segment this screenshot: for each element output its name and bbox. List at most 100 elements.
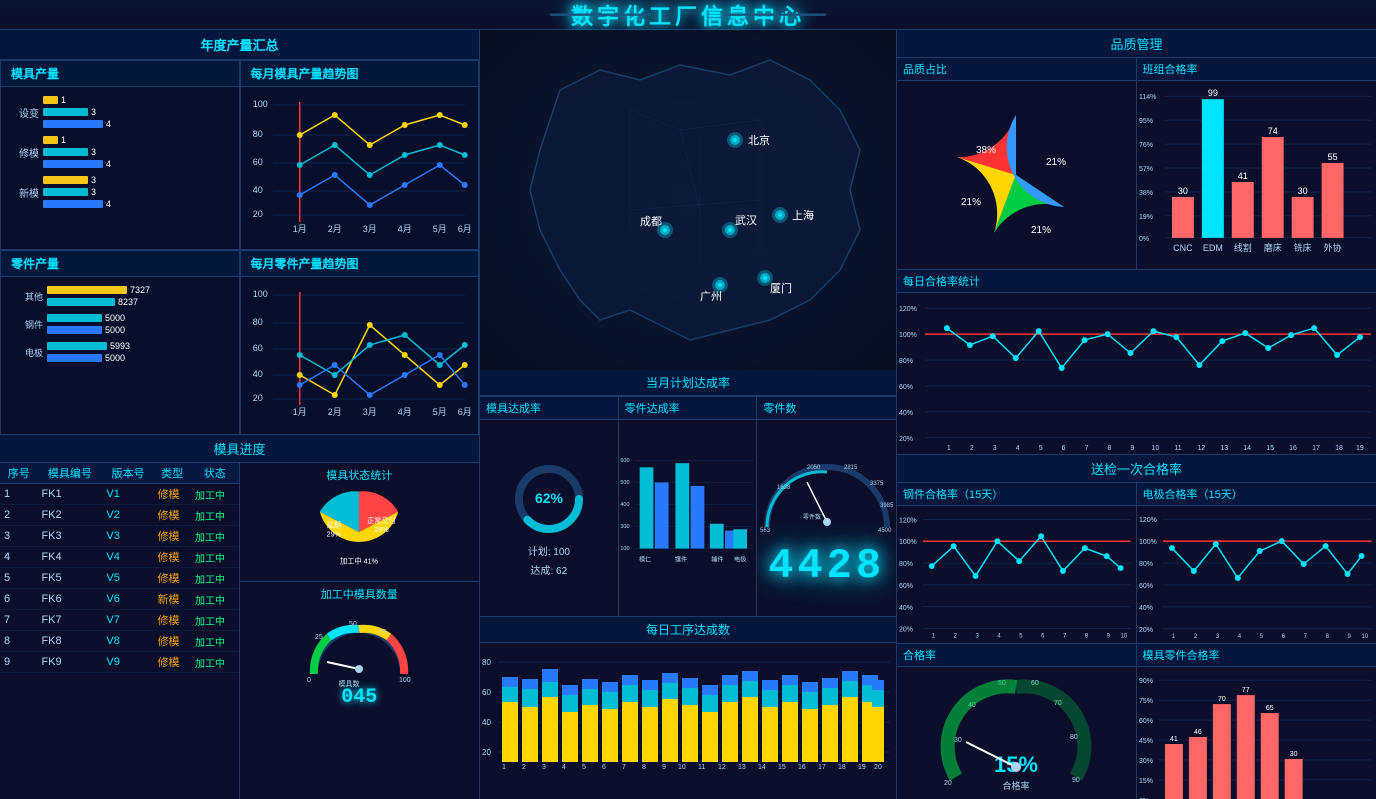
svg-text:400: 400 [620, 502, 629, 508]
bar-other-2 [47, 298, 115, 306]
svg-text:正常交付: 正常交付 [367, 516, 396, 525]
svg-text:15: 15 [778, 764, 786, 771]
svg-text:5月: 5月 [432, 407, 446, 417]
svg-text:114%: 114% [1138, 94, 1155, 101]
svg-text:46: 46 [1193, 729, 1201, 736]
svg-text:镶件: 镶件 [674, 556, 686, 564]
mold-right-side: 模具状态统计 延期 29% [240, 463, 480, 799]
bar-label-xinmo: 新模 [11, 185, 39, 200]
svg-text:武汉: 武汉 [735, 214, 757, 227]
svg-text:18: 18 [1335, 445, 1343, 452]
mold-rate-plan-label: 计划: 100 [528, 543, 570, 558]
svg-text:2月: 2月 [327, 407, 341, 417]
svg-text:2: 2 [970, 445, 974, 452]
svg-text:上海: 上海 [792, 208, 814, 222]
svg-text:6: 6 [1041, 634, 1045, 640]
svg-text:3: 3 [976, 634, 980, 640]
plan-rate-row: 模具达成率 62% 计划: 100 达成: 62 零件达成率 [480, 396, 896, 616]
svg-text:8: 8 [1325, 634, 1329, 640]
header-deco-right: ━━━━━━━━━━━━ [724, 6, 825, 23]
svg-text:11: 11 [1174, 445, 1181, 452]
parts-rate-title: 零件达成率 [619, 397, 757, 420]
pass-rate-gauge-section: 合格率 20 30 40 50 60 70 80 90 [897, 644, 1137, 799]
inspect-title: 送检一次合格率 [897, 455, 1376, 483]
right-panel: 品质管理 品质占比 [896, 30, 1376, 799]
bar-val-electrode-2: 5000 [105, 353, 125, 363]
left-panel: 年度产量汇总 模具产量 设变 1 [0, 30, 480, 799]
svg-text:120%: 120% [899, 517, 917, 524]
quality-ratio-title: 品质占比 [897, 58, 1136, 81]
in-progress-gauge-section: 加工中模具数量 [240, 582, 480, 799]
svg-text:4月: 4月 [397, 407, 411, 417]
table-row: 5FK5V5修模加工中 [0, 568, 239, 589]
mold-production-section: 模具产量 设变 1 3 [0, 60, 240, 250]
bar-row-xinmo: 新模 3 3 4 [11, 175, 229, 209]
bar-item-xiumo-3: 4 [43, 159, 229, 169]
svg-text:3月: 3月 [362, 224, 376, 234]
bar-item-1: 1 [43, 95, 229, 105]
mold-table: 序号 模具编号 版本号 类型 状态 1FK1V1修模加工中2FK2V2修模加工中… [0, 463, 239, 673]
table-row: 1FK1V1修模加工中 [0, 484, 239, 505]
svg-text:80: 80 [252, 129, 262, 139]
steel-pass-chart: 120% 100% 80% 60% 40% 20% [897, 506, 1136, 643]
bar-item-electrode-1: 5993 [47, 341, 229, 351]
svg-text:55: 55 [1327, 152, 1337, 162]
pass-rate-svg: 20 30 40 50 60 70 80 90 15% 合格率 [936, 667, 1096, 799]
svg-text:6: 6 [602, 764, 606, 771]
svg-text:10: 10 [1121, 634, 1128, 640]
svg-text:4500: 4500 [878, 528, 892, 534]
daily-completion-title: 每日工序达成数 [480, 617, 896, 643]
svg-text:11: 11 [698, 764, 705, 771]
pass-rate-gauge-chart: 20 30 40 50 60 70 80 90 15% 合格率 [897, 667, 1136, 799]
bar-electrode-1 [47, 342, 107, 350]
table-row: 2FK2V2修模加工中 [0, 505, 239, 526]
svg-text:零件数: 零件数 [803, 513, 821, 521]
parts-production-chart: 其他 7327 8237 钢 [1, 277, 239, 374]
mold-rate-section: 模具达成率 62% 计划: 100 达成: 62 [480, 397, 619, 616]
inspect-row: 钢件合格率（15天） 120% 100% 80% 60% 40% 20% [897, 483, 1376, 643]
mold-rate-ring: 62% [509, 459, 589, 539]
mold-progress-title: 模具进度 [0, 435, 479, 463]
bar-label-steel: 钢件 [11, 318, 43, 331]
svg-text:500: 500 [620, 480, 629, 486]
svg-text:3: 3 [542, 764, 546, 771]
bar-label-xiumo: 修模 [11, 145, 39, 160]
svg-text:40%: 40% [1138, 605, 1152, 612]
bar-row-shebian: 设变 1 3 4 [11, 95, 229, 129]
bar-label-other: 其他 [11, 290, 43, 303]
daily-completion-section: 每日工序达成数 80 60 40 20 [480, 616, 896, 799]
mold-table-scroll[interactable]: 序号 模具编号 版本号 类型 状态 1FK1V1修模加工中2FK2V2修模加工中… [0, 463, 239, 673]
bar-val-xinmo-1: 3 [91, 175, 96, 185]
bar-item-steel-2: 5000 [47, 325, 229, 335]
th-status: 状态 [191, 463, 238, 484]
mold-table-container: 序号 模具编号 版本号 类型 状态 1FK1V1修模加工中2FK2V2修模加工中… [0, 463, 240, 799]
mold-state-pie: 延期 29% 正常交付 29% 加工中 41% [314, 487, 404, 577]
svg-text:4: 4 [997, 634, 1001, 640]
mold-progress-body: 序号 模具编号 版本号 类型 状态 1FK1V1修模加工中2FK2V2修模加工中… [0, 463, 479, 799]
shift-pass-svg: 114% 95% 76% 57% 38% 19% 0% [1137, 81, 1376, 266]
svg-text:60: 60 [252, 157, 262, 167]
monthly-mold-trend-section: 每月模具产量趋势图 100 80 60 40 20 [240, 60, 480, 250]
mold-table-header-row: 序号 模具编号 版本号 类型 状态 [0, 463, 239, 484]
svg-text:4: 4 [1016, 445, 1020, 452]
mold-parts-pass-section: 模具零件合格率 90% 75% 60% 45% 30% 15% 0% [1137, 644, 1376, 799]
svg-text:41: 41 [1237, 171, 1247, 181]
svg-text:30: 30 [1289, 751, 1297, 758]
bar-other-1 [47, 286, 127, 294]
bar-xinmo-3 [43, 200, 103, 208]
bar-steel-2 [47, 326, 102, 334]
parts-trend-svg: 100 80 60 40 20 [241, 277, 479, 422]
svg-text:70: 70 [1217, 696, 1225, 703]
svg-text:60%: 60% [899, 384, 913, 391]
quality-ratio-chart: 38% 21% 21% 21% [897, 81, 1136, 269]
svg-text:8: 8 [1108, 445, 1112, 452]
mold-table-head: 序号 模具编号 版本号 类型 状态 [0, 463, 239, 484]
bar-item-3: 4 [43, 119, 229, 129]
svg-text:19: 19 [858, 764, 866, 771]
bar-row-steel: 钢件 5000 5000 [11, 313, 229, 335]
svg-text:76%: 76% [1138, 142, 1152, 149]
svg-text:6月: 6月 [457, 407, 471, 417]
parts-count-gauge: 563 1638 2050 2815 3375 3985 4500 零件数 [757, 447, 896, 537]
svg-text:3375: 3375 [870, 481, 884, 487]
svg-text:7: 7 [1085, 445, 1089, 452]
